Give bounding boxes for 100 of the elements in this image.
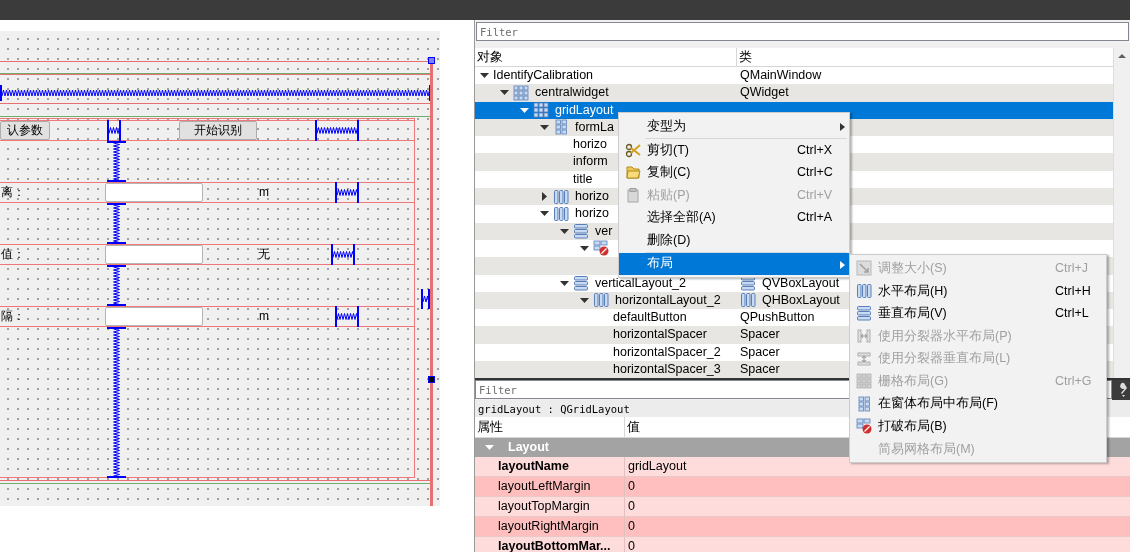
columns-icon — [856, 282, 872, 299]
menu-item[interactable]: 复制(C) Ctrl+C — [619, 161, 849, 184]
columns-icon — [553, 205, 569, 222]
property-value[interactable]: gridLayout — [628, 459, 687, 473]
property-value[interactable]: 0 — [628, 519, 635, 533]
horizontal-spacer — [315, 120, 359, 141]
object-name[interactable]: IdentifyCalibration — [493, 67, 594, 84]
input-field[interactable] — [105, 183, 203, 202]
property-name: layoutBottomMar... — [498, 539, 611, 552]
folder-icon — [625, 164, 641, 181]
class-name: QMainWindow — [740, 67, 822, 84]
object-name[interactable]: horizontalSpacer_3 — [613, 361, 721, 378]
rows-icon — [573, 275, 589, 292]
class-name: QHBoxLayout — [762, 291, 840, 309]
object-name[interactable]: horizontalLayout_2 — [615, 291, 721, 309]
object-name[interactable]: horizo — [575, 205, 610, 223]
clipboard-icon — [625, 187, 641, 204]
resize-handle[interactable] — [428, 57, 435, 64]
vertical-spacer — [107, 265, 126, 306]
menu-item[interactable]: 剪切(T) Ctrl+X — [619, 138, 849, 162]
rows-icon — [856, 305, 872, 322]
grid-icon — [533, 102, 549, 119]
input-field[interactable] — [105, 307, 203, 326]
field-label: 隔： — [1, 308, 25, 325]
property-name: layoutTopMargin — [498, 499, 590, 513]
object-name[interactable]: inform — [573, 153, 608, 171]
input-field[interactable] — [105, 245, 203, 264]
field-label: 值： — [1, 246, 25, 263]
vertical-spacer — [107, 141, 126, 182]
expand-arrow-icon[interactable] — [560, 278, 569, 288]
unit-label: 无 — [258, 246, 270, 263]
grid-icon — [513, 84, 529, 101]
split-vertical-icon — [856, 350, 872, 367]
property-value[interactable]: 0 — [628, 539, 635, 552]
object-name[interactable]: verticalLayout_2 — [595, 274, 687, 292]
form-grid-icon — [553, 119, 569, 136]
expand-arrow-icon[interactable] — [500, 88, 509, 98]
menu-item[interactable]: 打破布局(B) — [850, 415, 1106, 438]
horizontal-spacer — [335, 306, 359, 327]
expand-arrow-icon[interactable] — [540, 122, 549, 132]
resize-handle[interactable] — [428, 376, 435, 383]
expand-arrow-icon[interactable] — [580, 295, 589, 305]
push-button[interactable]: 认参数 — [0, 121, 50, 140]
expand-arrow-icon[interactable] — [540, 209, 549, 219]
horizontal-spacer — [107, 120, 121, 141]
columns-icon — [593, 292, 609, 309]
collapse-arrow-icon[interactable] — [540, 192, 549, 202]
column-header[interactable]: 值 — [627, 420, 640, 434]
property-name: layoutRightMargin — [498, 519, 599, 533]
object-name[interactable]: gridLayout — [555, 101, 614, 119]
break-layout-icon — [593, 240, 609, 257]
object-name[interactable]: horizontalSpacer — [613, 326, 707, 344]
horizontal-spacer — [331, 244, 355, 265]
scrollbar[interactable] — [1113, 48, 1130, 378]
property-name: layoutLeftMargin — [498, 479, 591, 493]
menu-item[interactable]: 布局 — [619, 252, 849, 276]
rows-icon — [573, 223, 589, 240]
columns-icon — [553, 188, 569, 205]
menu-item[interactable]: 水平布局(H) Ctrl+H — [850, 279, 1106, 303]
push-button[interactable]: 开始识别 — [179, 121, 257, 140]
unit-label: m — [259, 184, 269, 201]
grid-icon — [856, 373, 872, 390]
unit-label: m — [259, 308, 269, 325]
column-header[interactable]: 类 — [739, 50, 752, 64]
menu-item[interactable]: 选择全部(A) Ctrl+A — [619, 206, 849, 229]
object-name[interactable]: horizo — [573, 136, 608, 154]
property-value[interactable]: 0 — [628, 479, 635, 493]
object-name[interactable]: title — [573, 170, 593, 188]
object-name[interactable]: defaultButton — [613, 309, 687, 327]
object-name[interactable]: centralwidget — [535, 84, 609, 102]
horizontal-spacer — [335, 182, 359, 203]
menu-item[interactable]: 删除(D) — [619, 228, 849, 252]
menu-item[interactable]: 垂直布局(V) Ctrl+L — [850, 302, 1106, 325]
class-name: Spacer — [740, 343, 780, 361]
expand-arrow-icon[interactable] — [560, 226, 569, 236]
break-layout-icon — [856, 418, 872, 435]
class-name: QPushButton — [740, 309, 815, 327]
object-name[interactable]: horizo — [575, 188, 610, 206]
class-name: Spacer — [740, 361, 780, 378]
object-name[interactable]: formLa — [575, 118, 614, 136]
expand-arrow-icon[interactable] — [580, 243, 589, 253]
column-header[interactable]: 属性 — [477, 420, 503, 434]
form-grid-icon — [856, 395, 872, 412]
class-name: QWidget — [740, 84, 789, 102]
class-name: Spacer — [740, 326, 780, 344]
resize-icon — [856, 260, 872, 277]
object-label: gridLayout : QGridLayout — [478, 403, 630, 415]
filter-field[interactable]: Filter — [476, 22, 1129, 41]
split-horizontal-icon — [856, 328, 872, 345]
class-name: QVBoxLayout — [762, 274, 840, 292]
vertical-spacer — [107, 203, 126, 244]
horizontal-spacer — [421, 289, 430, 309]
field-label: 离： — [1, 184, 25, 201]
property-value[interactable]: 0 — [628, 499, 635, 513]
scissors-icon — [625, 141, 641, 158]
column-header[interactable]: 对象 — [477, 50, 503, 64]
object-name[interactable]: ver — [595, 222, 613, 240]
expand-arrow-icon[interactable] — [480, 71, 489, 80]
object-name[interactable]: horizontalSpacer_2 — [613, 343, 721, 361]
property-name: layoutName — [498, 459, 569, 473]
